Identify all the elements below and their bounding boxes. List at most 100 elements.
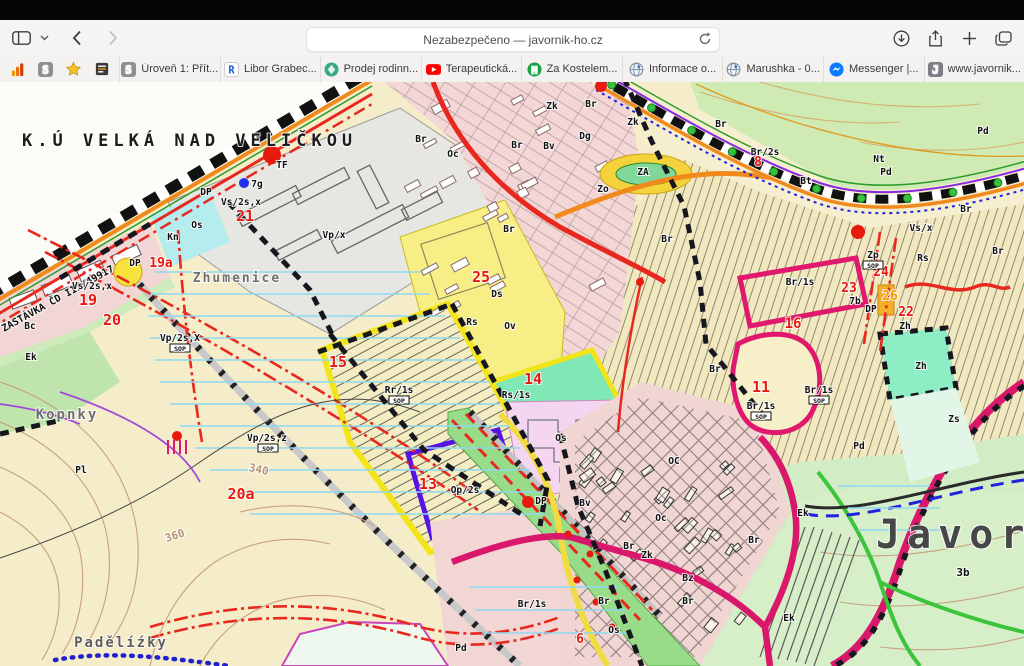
map-label: 11 [752,378,770,396]
bookmark-item[interactable]: RLibor Grabec... [220,56,321,82]
back-icon[interactable] [64,25,90,51]
star-icon[interactable] [66,62,81,77]
map-label: Kopnky [36,407,99,423]
map-label: Vp/2s,z [247,433,287,444]
favorites-bar: S S Úroveň 1: Přít...RLibor Grabec...Prod… [0,56,1024,83]
new-tab-icon[interactable] [956,25,982,51]
corridor-dot [994,179,1002,187]
map-label: Ek [25,352,37,363]
map-label: Ek [797,508,809,519]
map-label: K.Ú VELKÁ NAD VELIČKOU [22,129,357,151]
map-label: Zhumenice [193,271,281,286]
messenger-icon [829,62,844,77]
zoning-map: K.Ú VELKÁ NAD VELIČKOUZASTÁVKA ČD III/49… [0,82,1024,666]
map-label: TF [276,160,288,171]
map-label: Rr/1s [385,385,414,396]
map-label: 13 [419,475,437,493]
bookmark-label: Úroveň 1: Přít... [141,63,218,75]
corridor-dot [949,188,957,196]
map-label: ZA [637,167,649,178]
bookmark-label: Terapeutická... [446,63,518,75]
map-label: 7g [251,179,263,190]
svg-text:M: M [531,65,537,76]
sop-badge-text: SOP [393,397,405,405]
s-badge-icon: S [121,62,136,77]
map-label: Oc [655,513,666,524]
macos-menubar-strip [0,0,1024,20]
bookmark-item[interactable]: Informace o... [622,56,723,82]
map-label: Javorni [876,512,1024,558]
map-viewport[interactable]: K.Ú VELKÁ NAD VELIČKOUZASTÁVKA ČD III/49… [0,82,1024,666]
favorites-icon-group: S [0,56,119,82]
youtube-icon [426,62,441,77]
svg-text:R: R [228,64,235,76]
corridor-dot [857,194,865,202]
map-label: Os [191,220,202,231]
map-label: Zp [867,250,879,261]
map-label: Rs [466,317,477,328]
sop-badge-text: SOP [262,445,274,453]
map-label: Br [992,246,1004,257]
bookmark-item[interactable]: MZa Kostelem... [521,56,622,82]
corridor-dot [903,194,911,202]
map-label: Br [748,535,760,546]
s-badge-icon[interactable]: S [38,62,53,77]
map-label: 20a [227,485,254,503]
map-label: Kn [167,232,178,243]
map-label: 22 [898,305,914,320]
map-label: Rs [917,253,928,264]
reload-icon[interactable] [698,32,712,51]
map-label: Vp/x [323,230,346,241]
bookmark-label: Messenger |... [849,63,919,75]
map-label: Rs/1s [502,390,531,401]
sidebar-icon[interactable] [8,25,34,51]
tab-overview-icon[interactable] [990,25,1016,51]
bookmark-item[interactable]: S Úroveň 1: Přít... [119,56,220,82]
map-label: Vp/2s,X [160,333,200,344]
analytics-bars-icon[interactable] [10,62,25,77]
map-label: 20 [103,311,121,329]
map-label: 19 [79,291,97,309]
bookmark-item[interactable]: Marushka - 0... [722,56,823,82]
map-label: 19a [149,256,173,271]
corridor-dot [648,104,656,112]
map-label: Zh [915,361,926,372]
bookmark-item[interactable]: Prodej rodinn... [320,56,421,82]
svg-text:J: J [932,64,938,76]
map-label: 6 [576,632,584,647]
doc-lines-icon[interactable] [94,62,109,77]
map-label: DP [535,496,547,507]
map-label: Padělíźky [74,635,168,651]
downloads-icon[interactable] [888,25,914,51]
bookmark-item[interactable]: Jwww.javornik... [924,56,1024,82]
bookmark-item[interactable]: Terapeutická... [421,56,522,82]
address-text: Nezabezpečeno — javornik-ho.cz [423,33,602,47]
map-label: Zo [597,184,609,195]
globe-icon [726,62,741,77]
forward-icon[interactable] [100,25,126,51]
map-label: Br/1s [518,599,547,610]
map-label: Br [598,596,610,607]
map-label: Br [682,596,694,607]
map-label: Br/1s [786,277,815,288]
map-label: Os [608,625,619,636]
map-label: 23 [841,281,857,296]
address-bar[interactable]: Nezabezpečeno — javornik-ho.cz [306,27,720,52]
chevron-down-icon[interactable] [36,25,52,51]
map-label: Br/1s [747,401,776,412]
map-label: Vs/x [910,223,933,234]
map-label: Br [960,204,972,215]
map-label: Zk [641,550,653,561]
map-label: 15 [329,353,347,371]
map-label: 21 [236,207,254,225]
map-label: Os [555,433,566,444]
share-icon[interactable] [922,25,948,51]
sop-badge-text: SOP [813,397,825,405]
map-label: 25 [472,268,490,286]
map-label: 7b [849,296,861,307]
map-label: Bv [543,141,555,152]
map-label: DP [200,187,212,198]
map-label: Br [661,234,673,245]
bookmark-item[interactable]: Messenger |... [823,56,924,82]
bookmark-label: Informace o... [649,63,716,75]
